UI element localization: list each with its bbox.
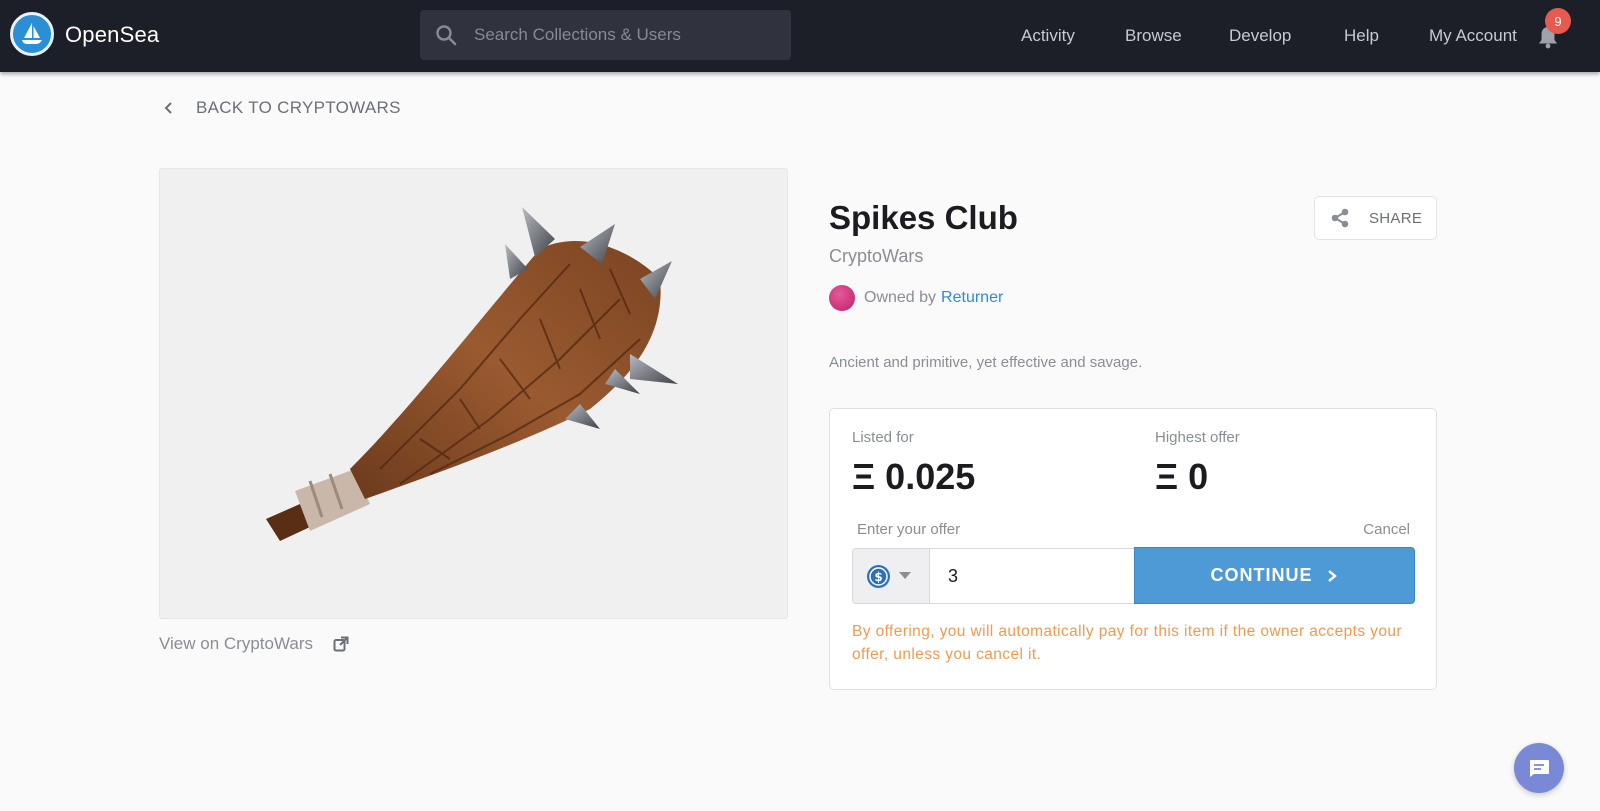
chevron-left-icon bbox=[164, 102, 172, 114]
offer-warning-text: By offering, you will automatically pay … bbox=[852, 623, 1402, 663]
share-button[interactable]: SHARE bbox=[1314, 196, 1437, 240]
item-description: Ancient and primitive, yet effective and… bbox=[829, 354, 1143, 371]
share-label: SHARE bbox=[1369, 209, 1423, 227]
continue-button[interactable]: CONTINUE bbox=[1134, 547, 1415, 604]
owner-avatar[interactable] bbox=[829, 285, 855, 311]
brand-name[interactable]: OpenSea bbox=[65, 22, 159, 48]
external-link-icon bbox=[333, 636, 349, 652]
highest-offer-price: Ξ 0 bbox=[1155, 456, 1209, 497]
listed-for-label: Listed for bbox=[852, 429, 914, 446]
view-on-label: View on CryptoWars bbox=[159, 634, 313, 653]
nav-my-account[interactable]: My Account bbox=[1429, 26, 1517, 46]
search-icon bbox=[436, 25, 457, 46]
chat-button[interactable] bbox=[1514, 743, 1564, 793]
offer-amount-input[interactable] bbox=[930, 548, 1135, 604]
chat-bubble-icon bbox=[1530, 760, 1549, 777]
item-image[interactable] bbox=[159, 168, 788, 619]
back-label: BACK TO CRYPTOWARS bbox=[196, 98, 401, 117]
nav-develop[interactable]: Develop bbox=[1229, 26, 1291, 46]
item-collection[interactable]: CryptoWars bbox=[829, 246, 923, 267]
owned-by-label: Owned by bbox=[864, 289, 937, 306]
continue-label: CONTINUE bbox=[1210, 565, 1313, 585]
cancel-link[interactable]: Cancel bbox=[1363, 521, 1410, 538]
item-title: Spikes Club bbox=[829, 199, 1018, 236]
chevron-down-icon bbox=[899, 572, 911, 579]
top-navbar: OpenSea Activity Browse Develop Help My … bbox=[0, 0, 1600, 72]
share-icon bbox=[1331, 208, 1349, 228]
search-input[interactable] bbox=[474, 25, 764, 45]
owner-row: Owned by Returner bbox=[829, 285, 1003, 311]
highest-offer-label: Highest offer bbox=[1155, 429, 1240, 446]
offer-panel: Listed for Ξ 0.025 Highest offer Ξ 0 Ent… bbox=[829, 408, 1437, 690]
spiked-club-image bbox=[266, 207, 678, 541]
usdc-coin-icon: $ bbox=[867, 564, 890, 588]
search-bar bbox=[420, 10, 791, 60]
owner-link[interactable]: Returner bbox=[941, 289, 1003, 307]
back-to-collection-link[interactable]: BACK TO CRYPTOWARS bbox=[162, 98, 401, 118]
notification-badge: 9 bbox=[1545, 8, 1571, 34]
nav-browse[interactable]: Browse bbox=[1125, 26, 1182, 46]
chevron-right-icon bbox=[1327, 569, 1337, 582]
enter-offer-label: Enter your offer bbox=[857, 521, 961, 538]
nav-activity[interactable]: Activity bbox=[1021, 26, 1075, 46]
view-on-cryptowars-link[interactable]: View on CryptoWars bbox=[159, 634, 349, 654]
nav-help[interactable]: Help bbox=[1344, 26, 1379, 46]
opensea-logo-icon[interactable] bbox=[10, 12, 54, 56]
currency-select[interactable]: $ bbox=[852, 548, 930, 604]
svg-text:$: $ bbox=[874, 570, 882, 584]
listed-for-price: Ξ 0.025 bbox=[852, 456, 976, 497]
